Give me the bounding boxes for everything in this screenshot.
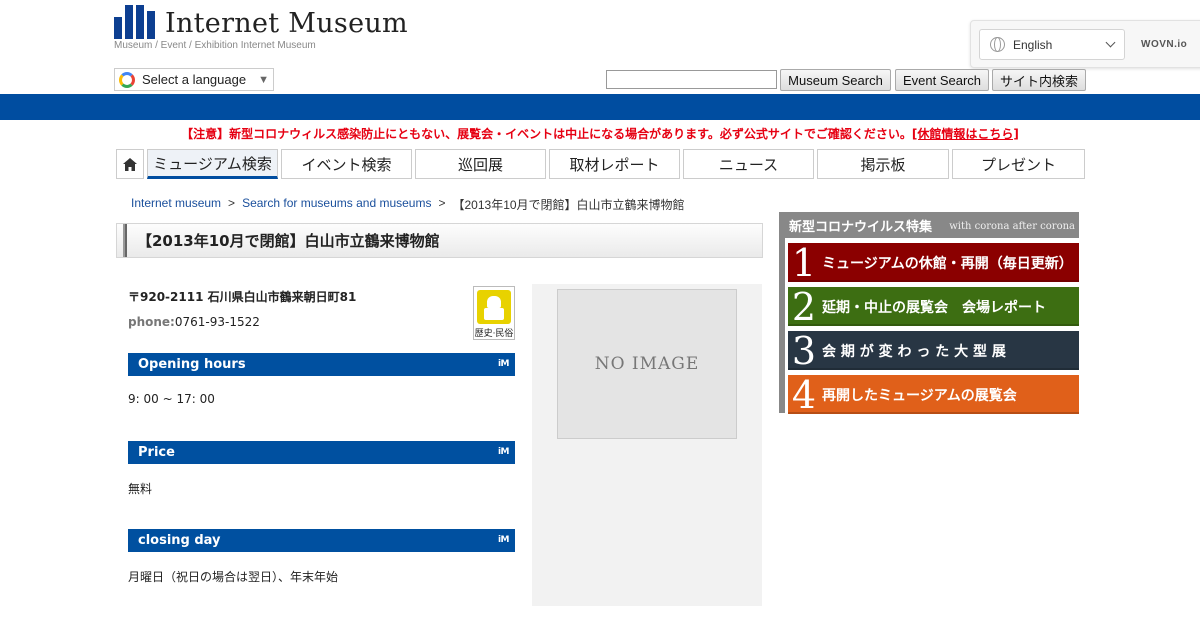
nav-news[interactable]: ニュース	[683, 149, 814, 179]
museum-phone: phone:0761-93-1522	[128, 315, 260, 329]
title-marker	[123, 224, 127, 257]
google-translate-label: Select a language	[142, 72, 247, 87]
logo-text: Internet Museum	[165, 8, 408, 39]
price-heading: Price iM	[128, 441, 515, 464]
logo-mark-icon	[114, 5, 155, 39]
page-title: 【2013年10月で閉館】白山市立鶴来博物館	[137, 232, 440, 250]
banner-number: 3	[791, 328, 817, 373]
museum-image-panel: NO IMAGE	[532, 284, 762, 606]
google-icon	[119, 71, 135, 88]
main-nav: ミュージアム検索 イベント検索 巡回展 取材レポート ニュース 掲示板 プレゼン…	[116, 149, 1085, 179]
nav-touring-exhibitions[interactable]: 巡回展	[415, 149, 546, 179]
dropdown-arrow-icon: ▼	[258, 73, 269, 86]
feature-banner-closures[interactable]: 1 ミュージアムの休館・再開（毎日更新）	[788, 243, 1079, 282]
category-figure	[477, 290, 511, 324]
breadcrumb-home[interactable]: Internet museum	[131, 196, 221, 213]
language-widget: English WOVN.io	[970, 20, 1200, 68]
phone-label: phone:	[128, 315, 175, 329]
sidebar-header: 新型コロナウイルス特集 with corona after corona	[785, 212, 1079, 238]
price-title: Price	[138, 445, 175, 460]
feature-banner-rescheduled[interactable]: 3 会 期 が 変 わ っ た 大 型 展	[788, 331, 1079, 370]
banner-text: 会 期 が 変 わ っ た 大 型 展	[822, 343, 1006, 360]
banner-text: ミュージアムの休館・再開（毎日更新）	[822, 255, 1073, 272]
banner-number: 4	[791, 372, 817, 417]
logo-subtitle: Museum / Event / Exhibition Internet Mus…	[114, 40, 316, 51]
notice-text: 【注意】新型コロナウィルス感染防止にともない、展覧会・イベントは中止になる場合が…	[181, 127, 912, 141]
banner-text: 再開したミュージアムの展覧会	[822, 387, 1017, 404]
price-value: 無料	[128, 482, 153, 496]
banner-number: 1	[791, 240, 817, 285]
im-logo-icon: iM	[497, 359, 510, 369]
im-logo-icon: iM	[497, 535, 510, 545]
banner-number: 2	[791, 284, 817, 329]
category-label: 歴史·民俗	[474, 329, 514, 339]
feature-banner-postponed[interactable]: 2 延期・中止の展覧会 会場レポート	[788, 287, 1079, 326]
museum-address: 〒920-2111 石川県白山市鶴来朝日町81	[128, 290, 357, 304]
google-translate-select[interactable]: Select a language ▼	[114, 68, 274, 91]
category-history-icon: 歴史·民俗	[473, 286, 515, 340]
home-button[interactable]	[116, 149, 144, 179]
nav-bulletin-board[interactable]: 掲示板	[817, 149, 949, 179]
event-search-button[interactable]: Event Search	[895, 69, 989, 91]
home-icon	[123, 157, 137, 171]
breadcrumb-museum-search[interactable]: Search for museums and museums	[242, 196, 431, 213]
opening-hours-title: Opening hours	[138, 357, 246, 372]
closing-day-title: closing day	[138, 533, 221, 548]
header-divider-bar	[0, 94, 1200, 120]
nav-museum-search[interactable]: ミュージアム検索	[147, 149, 278, 179]
feature-banner-reopened[interactable]: 4 再開したミュージアムの展覧会	[788, 375, 1079, 414]
nav-event-search[interactable]: イベント検索	[281, 149, 412, 179]
sidebar-title: 新型コロナウイルス特集	[789, 219, 933, 235]
chevron-down-icon	[1105, 37, 1116, 48]
breadcrumb-separator: >	[228, 196, 236, 210]
globe-icon	[990, 37, 1005, 52]
wovn-logo[interactable]: WOVN.io	[1141, 39, 1187, 50]
nav-presents[interactable]: プレゼント	[952, 149, 1085, 179]
nav-reports[interactable]: 取材レポート	[549, 149, 680, 179]
site-search-input[interactable]	[606, 70, 777, 89]
opening-hours-value: 9: 00 ~ 17: 00	[128, 392, 215, 406]
breadcrumb-current: 【2013年10月で閉館】白山市立鶴来博物館	[452, 198, 685, 212]
no-image-placeholder: NO IMAGE	[557, 289, 737, 439]
closing-day-value: 月曜日（祝日の場合は翌日）、年末年始	[128, 570, 339, 584]
im-logo-icon: iM	[497, 447, 510, 457]
sidebar-subtitle: with corona after corona	[949, 221, 1075, 232]
museum-search-button[interactable]: Museum Search	[780, 69, 891, 91]
site-search-button[interactable]: サイト内検索	[992, 69, 1086, 91]
opening-hours-heading: Opening hours iM	[128, 353, 515, 376]
language-select[interactable]: English	[979, 29, 1125, 60]
language-selected: English	[1013, 37, 1053, 52]
closing-day-heading: closing day iM	[128, 529, 515, 552]
corona-feature-sidebar: 新型コロナウイルス特集 with corona after corona 1 ミ…	[779, 212, 1079, 414]
closure-info-link[interactable]: [休館情報はこちら]	[912, 127, 1019, 141]
banner-text: 延期・中止の展覧会 会場レポート	[822, 299, 1046, 316]
breadcrumb-separator: >	[438, 196, 446, 210]
breadcrumb: Internet museum > Search for museums and…	[131, 196, 685, 213]
page-title-bar: 【2013年10月で閉館】白山市立鶴来博物館	[116, 223, 763, 258]
phone-number: 0761-93-1522	[174, 315, 260, 329]
covid-notice: 【注意】新型コロナウィルス感染防止にともない、展覧会・イベントは中止になる場合が…	[0, 125, 1200, 142]
site-logo[interactable]: Internet Museum	[114, 5, 408, 39]
